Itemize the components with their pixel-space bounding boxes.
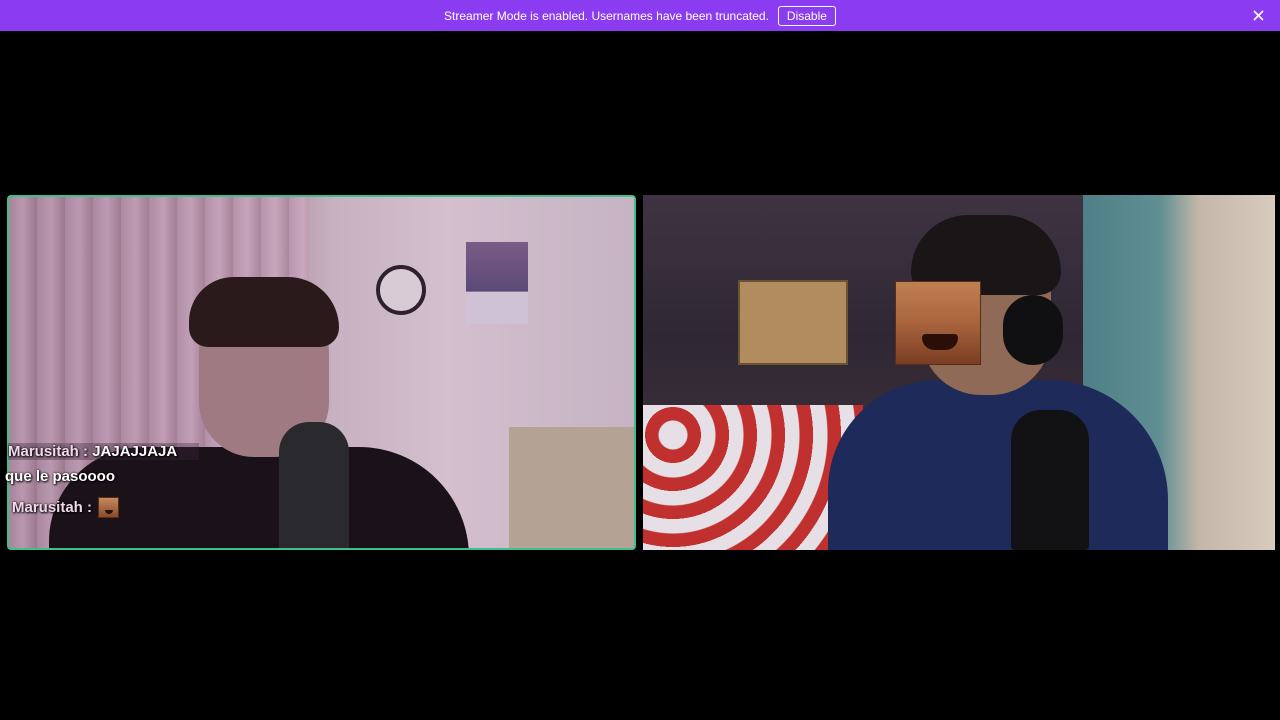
streamer-mode-message: Streamer Mode is enabled. Usernames have… (444, 8, 769, 23)
streamer-mode-banner: Streamer Mode is enabled. Usernames have… (0, 0, 1280, 31)
chat-message: que le pasoooo (5, 468, 115, 485)
wooden-drawer (738, 280, 848, 365)
microphone (1011, 410, 1089, 550)
chat-username: Marusitah : (12, 499, 93, 516)
headphones (1003, 295, 1063, 365)
streamer-body (828, 380, 1168, 550)
chat-text: que le pasoooo (5, 468, 116, 485)
chat-text: JAJAJJAJA (92, 443, 178, 460)
microphone (279, 422, 349, 548)
close-icon[interactable] (1251, 8, 1266, 23)
participant-hair (189, 277, 339, 347)
face-overlay-emote (895, 281, 981, 365)
laughing-face-emote-icon (98, 497, 120, 518)
video-tile-right[interactable] (643, 195, 1275, 550)
wall-calendar (466, 242, 528, 324)
chat-message: Marusitah : JAJAJJAJA (8, 443, 200, 460)
cardboard-box (509, 427, 634, 548)
wall-clock (376, 265, 426, 315)
chat-username: Marusitah : (8, 443, 89, 460)
emote-mouth (922, 334, 958, 350)
disable-streamer-mode-button[interactable]: Disable (777, 5, 836, 26)
chat-message: Marusitah : (12, 497, 120, 518)
